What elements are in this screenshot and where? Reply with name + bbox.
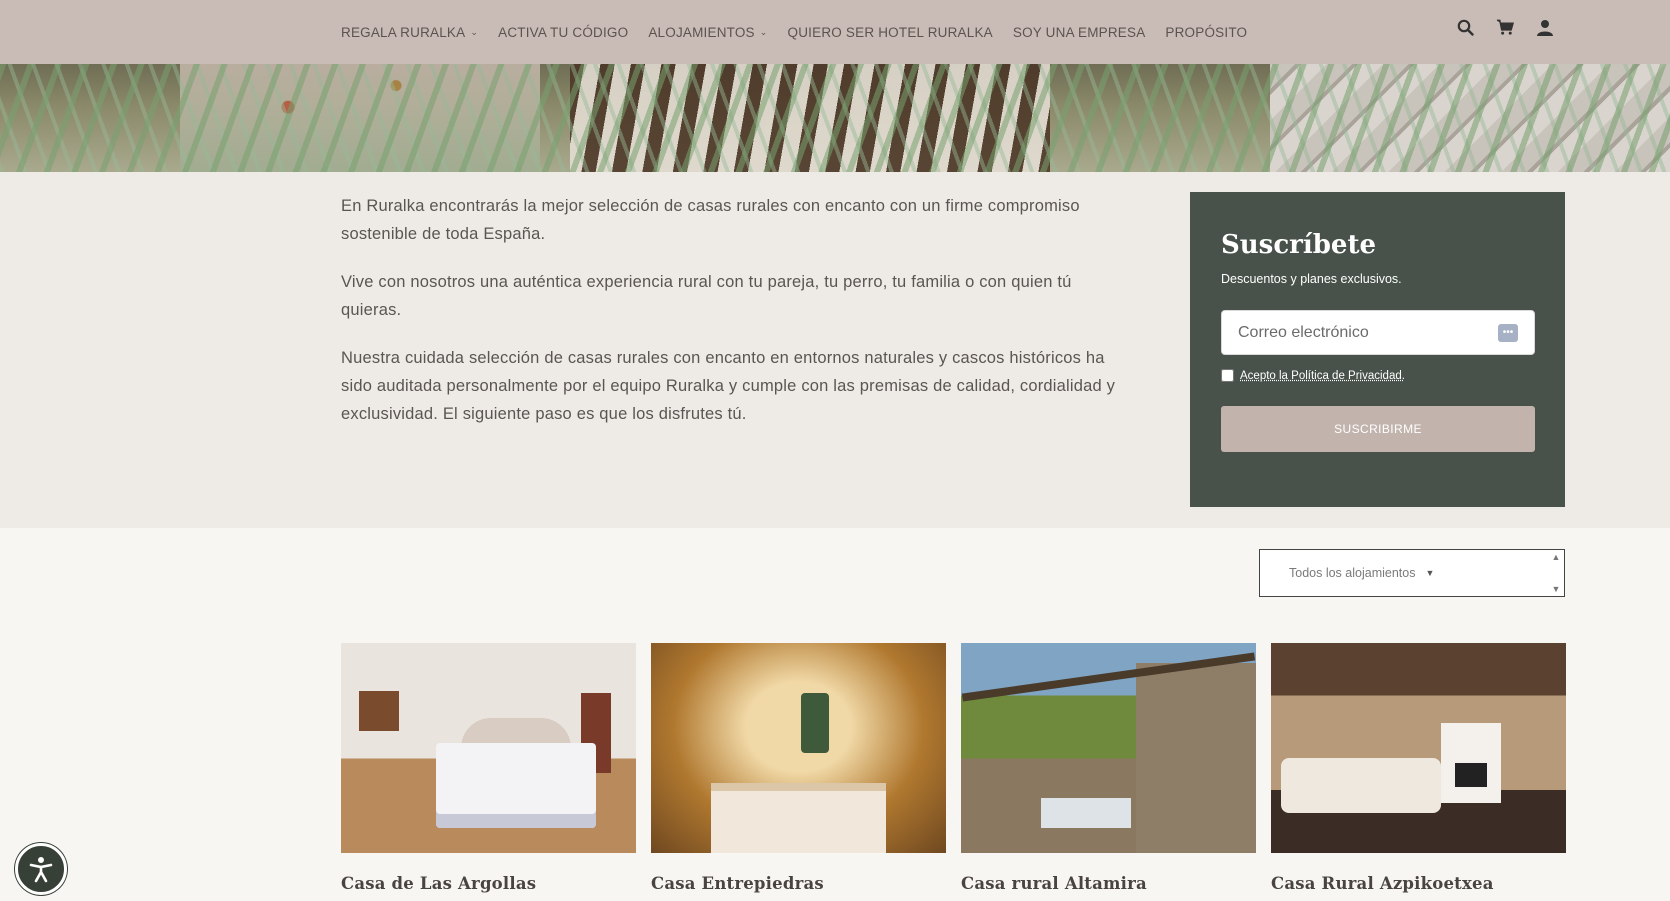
search-icon[interactable]	[1456, 18, 1474, 36]
listing-title[interactable]: Casa de Las Argollas	[341, 874, 636, 893]
hero-image	[0, 64, 1670, 172]
nav-item-label: QUIERO SER HOTEL RURALKA	[787, 24, 993, 40]
listing-title[interactable]: Casa Entrepiedras	[651, 874, 946, 893]
email-field[interactable]	[1238, 323, 1478, 342]
listing-card[interactable]: Casa de Las Argollas	[341, 643, 636, 893]
privacy-consent: Acepto la Política de Privacidad.	[1221, 369, 1534, 382]
subscribe-title: Suscríbete	[1221, 230, 1376, 260]
listing-title[interactable]: Casa Rural Azpikoetxea	[1271, 874, 1566, 893]
nav-item-quiero-ser-hotel[interactable]: QUIERO SER HOTEL RURALKA	[788, 25, 993, 40]
filter-selected-value: Todos los alojamientos	[1289, 566, 1416, 580]
subscribe-subtitle: Descuentos y planes exclusivos.	[1221, 272, 1402, 286]
cart-icon[interactable]	[1496, 18, 1514, 36]
listing-card[interactable]: Casa Entrepiedras	[651, 643, 946, 893]
nav-item-label: ALOJAMIENTOS	[648, 24, 755, 40]
nav-item-activa-codigo[interactable]: ACTIVA TU CÓDIGO	[498, 25, 628, 40]
arrow-down-icon[interactable]: ▼	[1552, 584, 1561, 594]
listing-photo[interactable]	[961, 643, 1256, 853]
listing-photo[interactable]	[651, 643, 946, 853]
subscribe-panel: Suscríbete Descuentos y planes exclusivo…	[1190, 192, 1565, 507]
accessibility-icon	[29, 857, 53, 883]
listing-grid: Casa de Las Argollas Casa Entrepiedras C…	[341, 643, 1566, 893]
main-menu: REGALA RURALKA ⌄ ACTIVA TU CÓDIGO ALOJAM…	[341, 0, 1267, 64]
nav-item-proposito[interactable]: PROPÓSITO	[1165, 25, 1247, 40]
privacy-checkbox[interactable]	[1221, 369, 1234, 382]
email-field-wrapper: •••	[1221, 310, 1535, 355]
user-icon[interactable]	[1536, 18, 1554, 36]
nav-item-label: REGALA RURALKA	[341, 24, 466, 40]
nav-item-alojamientos[interactable]: ALOJAMIENTOS ⌄	[648, 25, 767, 40]
password-manager-icon[interactable]: •••	[1498, 323, 1518, 342]
nav-icons	[1456, 18, 1554, 36]
intro-section: En Ruralka encontrarás la mejor selecció…	[0, 172, 1670, 528]
chevron-down-icon: ⌄	[759, 26, 768, 37]
privacy-link[interactable]: Acepto la Política de Privacidad.	[1240, 370, 1405, 382]
arrow-up-icon[interactable]: ▲	[1552, 552, 1561, 562]
listing-title[interactable]: Casa rural Altamira	[961, 874, 1256, 893]
intro-paragraph: Vive con nosotros una auténtica experien…	[341, 273, 1072, 319]
chevron-down-icon: ▼	[1425, 568, 1435, 578]
intro-text: En Ruralka encontrarás la mejor selecció…	[341, 192, 1131, 448]
accommodation-filter-select[interactable]: Todos los alojamientos ▼ ▲ ▼	[1259, 549, 1565, 597]
listing-photo[interactable]	[1271, 643, 1566, 853]
listing-card[interactable]: Casa rural Altamira	[961, 643, 1256, 893]
nav-item-label: SOY UNA EMPRESA	[1012, 24, 1146, 40]
accessibility-button[interactable]	[15, 843, 67, 895]
nav-item-label: PROPÓSITO	[1165, 24, 1248, 40]
intro-paragraph: Nuestra cuidada selección de casas rural…	[341, 349, 1116, 423]
select-spinner[interactable]: ▲ ▼	[1550, 552, 1562, 594]
listing-photo[interactable]	[341, 643, 636, 853]
top-navigation: REGALA RURALKA ⌄ ACTIVA TU CÓDIGO ALOJAM…	[0, 0, 1670, 64]
intro-paragraph: En Ruralka encontrarás la mejor selecció…	[341, 197, 1080, 243]
chevron-down-icon: ⌄	[470, 26, 479, 37]
nav-item-regala-ruralka[interactable]: REGALA RURALKA ⌄	[341, 25, 478, 40]
nav-item-label: ACTIVA TU CÓDIGO	[498, 24, 629, 40]
subscribe-button[interactable]: SUSCRIBIRME	[1221, 406, 1535, 452]
listing-card[interactable]: Casa Rural Azpikoetxea	[1271, 643, 1566, 893]
nav-item-soy-empresa[interactable]: SOY UNA EMPRESA	[1013, 25, 1146, 40]
